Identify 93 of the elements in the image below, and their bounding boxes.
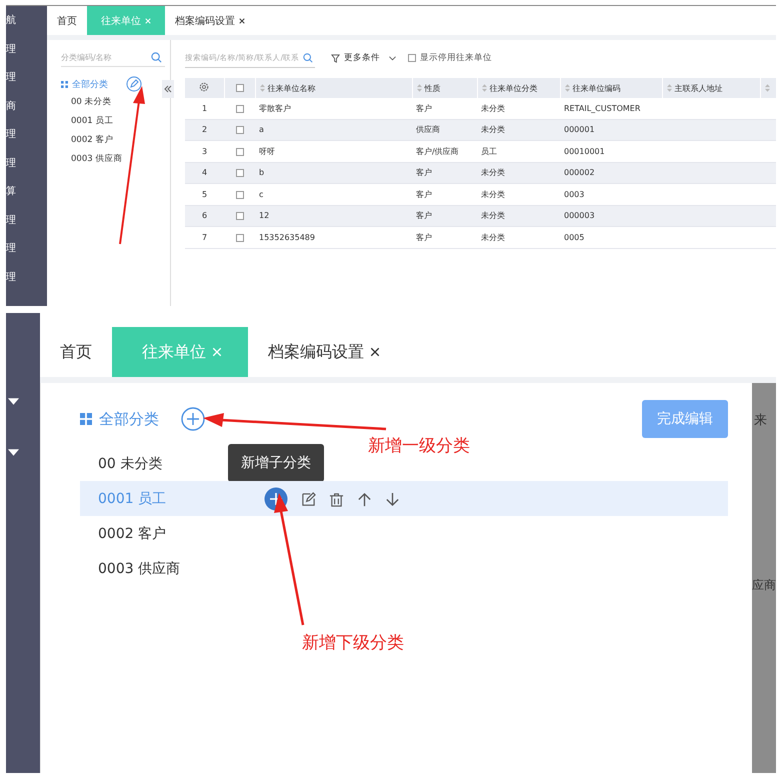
settings-icon[interactable] xyxy=(199,82,210,92)
table-cell: RETAIL_CUSTOMER xyxy=(564,104,640,113)
add-icon[interactable] xyxy=(181,407,205,431)
annotation-label: 新增一级分类 xyxy=(368,435,470,457)
table-cell: 员工 xyxy=(481,146,497,156)
sidebar-item[interactable]: 商 xyxy=(6,100,47,114)
checkbox[interactable] xyxy=(236,169,244,178)
search-icon[interactable] xyxy=(151,52,162,62)
caret-icon[interactable] xyxy=(8,398,19,405)
table-cell: 未分类 xyxy=(481,190,505,199)
checkbox[interactable] xyxy=(236,148,244,156)
table-cell: 未分类 xyxy=(481,211,505,220)
table-cell: 未分类 xyxy=(481,104,505,113)
more-filters-link[interactable]: 更多条件 xyxy=(344,52,380,64)
sidebar-item[interactable]: 理 xyxy=(6,242,47,256)
edit-icon[interactable] xyxy=(301,492,316,506)
table-cell: 客户 xyxy=(416,232,432,242)
tree-item[interactable]: 0001 员工 xyxy=(71,112,170,131)
tab[interactable]: 档案编码设置 xyxy=(165,6,255,35)
tab[interactable]: 首页 xyxy=(40,327,112,377)
table-cell: 供应商 xyxy=(416,125,440,134)
filter-icon[interactable] xyxy=(331,54,340,62)
table-cell: 00010001 xyxy=(564,146,605,156)
table-header: 来 xyxy=(754,412,767,429)
grid-icon xyxy=(80,413,92,425)
sidebar-item[interactable]: 理 xyxy=(6,270,47,284)
table-cell: 15352635489 xyxy=(259,232,315,242)
sidebar-item[interactable]: 理 xyxy=(6,214,47,228)
close-icon[interactable] xyxy=(370,347,380,357)
table-cell: 未分类 xyxy=(481,125,505,134)
tree-item-label[interactable]: 00 未分类 xyxy=(98,454,162,472)
grid-icon xyxy=(61,80,68,88)
column-header[interactable]: 往来单位名称 xyxy=(268,84,316,92)
table-cell: 应商 xyxy=(752,577,776,594)
table-cell: 000002 xyxy=(564,168,595,178)
table-cell: 1 xyxy=(185,98,224,119)
checkbox[interactable] xyxy=(236,234,244,242)
table-cell: 2 xyxy=(185,119,224,140)
move-up-icon[interactable] xyxy=(357,492,372,506)
tree-item[interactable]: 0003 供应商 xyxy=(71,150,170,169)
sidebar-item[interactable]: 航 xyxy=(6,14,47,28)
sidebar-item[interactable]: 理 xyxy=(6,42,47,56)
checkbox[interactable] xyxy=(236,104,244,113)
table-cell: a xyxy=(259,125,264,134)
tooltip: 新增子分类 xyxy=(228,444,324,482)
table-cell: 7 xyxy=(185,226,224,248)
table-cell: 客户 xyxy=(416,104,432,113)
checkbox[interactable] xyxy=(236,84,244,92)
table-cell: 客户 xyxy=(416,190,432,199)
tree-item-label[interactable]: 0002 客户 xyxy=(98,524,166,542)
checkbox[interactable] xyxy=(236,190,244,199)
table-cell: 呀呀 xyxy=(259,146,275,156)
edit-icon[interactable] xyxy=(126,76,142,92)
table-cell: 3 xyxy=(185,140,224,162)
table-cell: c xyxy=(259,190,264,199)
checkbox[interactable] xyxy=(236,212,244,220)
table-cell: b xyxy=(259,168,264,178)
tree-item[interactable]: 0002 客户 xyxy=(71,131,170,150)
close-icon[interactable] xyxy=(239,18,245,24)
table-cell: 0003 xyxy=(564,190,584,199)
checkbox[interactable] xyxy=(236,126,244,134)
tree-item-label[interactable]: 0003 供应商 xyxy=(98,560,180,578)
table-cell: 5 xyxy=(185,184,224,205)
sidebar-item[interactable]: 理 xyxy=(6,71,47,85)
table-cell: 4 xyxy=(185,162,224,184)
double-chevron-icon[interactable] xyxy=(164,85,172,93)
table-cell: 未分类 xyxy=(481,232,505,242)
delete-icon[interactable] xyxy=(329,492,344,506)
table-cell: 客户 xyxy=(416,168,432,178)
table-cell: 零散客户 xyxy=(259,104,291,113)
table-cell: 6 xyxy=(185,205,224,226)
tree-item[interactable]: 00 未分类 xyxy=(71,93,170,112)
search-icon[interactable] xyxy=(303,52,313,62)
table-cell: 12 xyxy=(259,211,270,220)
annotation-label: 新增下级分类 xyxy=(302,632,404,654)
sidebar-item[interactable]: 算 xyxy=(6,185,47,199)
move-down-icon[interactable] xyxy=(385,492,400,506)
tab[interactable]: 档案编码设置 xyxy=(248,327,400,377)
table-cell: 客户 xyxy=(416,211,432,220)
collapse-button[interactable] xyxy=(162,80,174,98)
chevron-down-icon[interactable] xyxy=(389,56,396,60)
table-cell: 未分类 xyxy=(481,168,505,178)
sidebar-item[interactable]: 理 xyxy=(6,156,47,170)
table-cell: 0005 xyxy=(564,232,584,242)
tab[interactable]: 首页 xyxy=(47,6,87,35)
checkbox[interactable] xyxy=(408,54,416,62)
table-cell: 000003 xyxy=(564,211,595,220)
sidebar-item[interactable]: 理 xyxy=(6,128,47,142)
checkbox-label: 显示停用往来单位 xyxy=(420,52,492,64)
table-cell: 客户/供应商 xyxy=(416,146,459,156)
caret-icon[interactable] xyxy=(8,449,19,456)
table-cell: 000001 xyxy=(564,125,595,134)
column-header[interactable]: 性质 xyxy=(424,84,440,92)
